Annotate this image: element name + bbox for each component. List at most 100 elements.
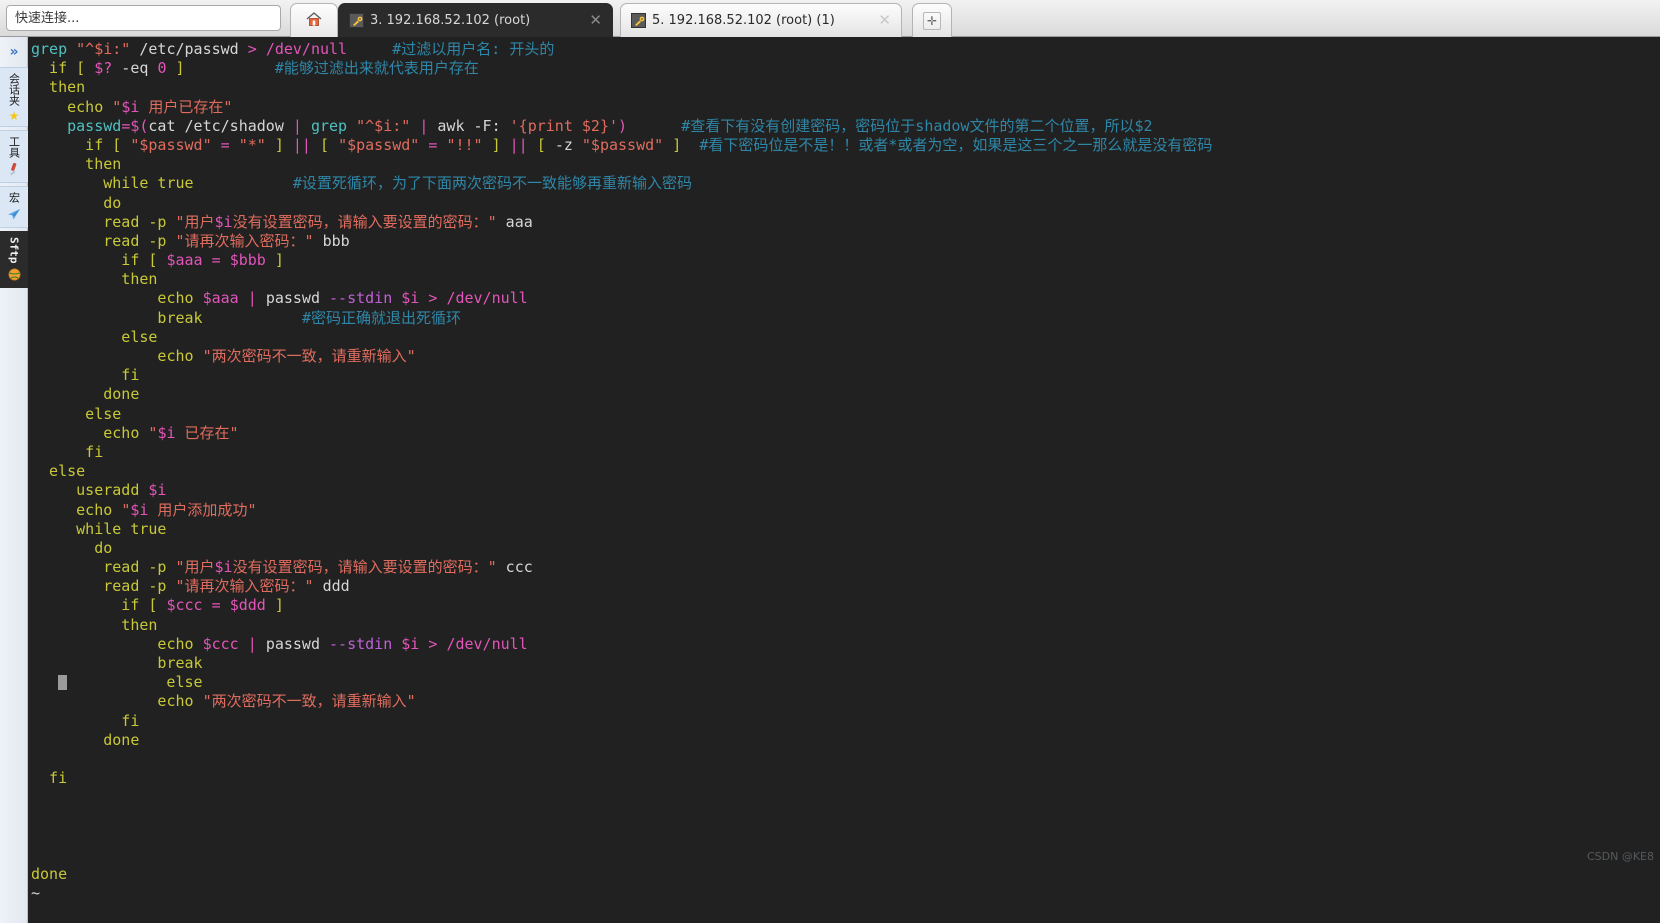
terminal-token: $i: [121, 97, 140, 116]
terminal-key-icon: [631, 13, 646, 28]
terminal-token: then: [31, 615, 158, 634]
terminal-token: $bbb: [229, 251, 266, 270]
sidebar-item-label: Sftp: [7, 237, 21, 264]
tab-session-3[interactable]: 3. 192.168.52.102 (root) ✕: [338, 3, 613, 37]
sidebar-item-label: 宏: [7, 192, 21, 203]
terminal-token: then: [31, 270, 158, 289]
terminal-token: ~: [31, 884, 41, 903]
terminal-line: while true: [31, 520, 1660, 539]
terminal-token: "!!": [446, 135, 483, 154]
terminal-token: "请再次输入密码：": [175, 577, 314, 596]
terminal-token: do: [31, 538, 113, 557]
terminal-token: |: [419, 116, 438, 135]
terminal-token: "$passwd": [130, 135, 212, 154]
terminal-output[interactable]: grep "^$i:" /etc/passwd > /dev/null #过滤以…: [28, 37, 1660, 923]
sidebar-item-macros[interactable]: 宏: [0, 186, 28, 228]
terminal-token: do: [31, 193, 122, 212]
terminal-line: grep "^$i:" /etc/passwd > /dev/null #过滤以…: [31, 40, 1660, 59]
terminal-token: ": [112, 97, 122, 116]
terminal-token: echo: [31, 289, 203, 308]
terminal-token: echo: [31, 97, 113, 116]
terminal-token: #设置死循环，为了下面两次密码不一致能够再重新输入密码: [292, 174, 692, 193]
home-icon: [305, 10, 323, 32]
terminal-token: else: [76, 673, 203, 692]
terminal-token: $i: [130, 500, 149, 519]
terminal-token: fi: [31, 442, 104, 461]
close-icon[interactable]: ✕: [878, 13, 891, 28]
quick-connect-input[interactable]: 快速连接...: [6, 5, 281, 31]
terminal-line: echo "$i 用户已存在": [31, 98, 1660, 117]
terminal-token: #过滤以用户名: 开头的: [392, 40, 555, 58]
terminal-token: then: [31, 78, 86, 97]
terminal-token: bbb: [313, 231, 350, 250]
terminal-token: passwd: [265, 634, 330, 653]
sidebar-item-sftp[interactable]: Sftp: [0, 231, 28, 288]
terminal-token: "用户: [175, 558, 215, 577]
terminal-token: grep: [310, 116, 357, 135]
terminal-token: >: [428, 634, 447, 653]
watermark-text: CSDN @KE8: [1586, 850, 1654, 863]
terminal-token: ddd: [313, 577, 350, 596]
terminal-line: read -p "用户$i没有设置密码，请输入要设置的密码：" ccc: [31, 558, 1660, 577]
expand-sidebar-button[interactable]: »: [0, 37, 28, 67]
terminal-token: read: [31, 231, 149, 250]
new-tab-button[interactable]: ✛: [912, 3, 952, 37]
paper-plane-icon: [7, 207, 21, 223]
terminal-line: read -p "请再次输入密码：" bbb: [31, 232, 1660, 251]
terminal-line: echo $ccc | passwd --stdin $i > /dev/nul…: [31, 635, 1660, 654]
terminal-token: 用户已存在": [139, 97, 233, 116]
terminal-token: /dev/null: [446, 289, 528, 308]
terminal-line: fi: [31, 366, 1660, 385]
terminal-line: fi: [31, 712, 1660, 731]
terminal-token: $ddd: [229, 596, 266, 615]
terminal-token: while true: [31, 519, 167, 538]
terminal-token: $aaa: [202, 289, 239, 308]
terminal-token: if: [31, 596, 149, 615]
terminal-token: -p: [148, 231, 176, 250]
sidebar-item-tools[interactable]: 工具: [0, 130, 28, 183]
terminal-token: echo: [31, 692, 203, 711]
terminal-token: "请再次输入密码：": [175, 231, 314, 250]
globe-icon: [8, 268, 21, 283]
terminal-token: cat /etc/shadow: [148, 116, 293, 135]
terminal-token: read: [31, 558, 149, 577]
terminal-line: ~: [31, 884, 1660, 903]
tab-label: 5. 192.168.52.102 (root) (1): [652, 13, 835, 28]
terminal-token: "^$i:": [356, 116, 411, 135]
terminal-token: >: [428, 289, 447, 308]
terminal-token: |: [247, 289, 266, 308]
terminal-token: "两次密码不一致，请重新输入": [202, 692, 416, 711]
terminal-token: done: [31, 865, 68, 884]
terminal-line: else: [31, 328, 1660, 347]
terminal-line: break #密码正确就退出死循环: [31, 309, 1660, 328]
terminal-line: then: [31, 155, 1660, 174]
terminal-token: awk -F:: [437, 116, 510, 135]
terminal-token: break: [31, 308, 203, 327]
terminal-line: echo "$i 已存在": [31, 424, 1660, 443]
terminal-token: "用户: [175, 212, 215, 231]
home-tab[interactable]: [290, 3, 338, 37]
terminal-line: fi: [31, 769, 1660, 788]
terminal-token: $i: [401, 634, 420, 653]
sidebar-item-sessions[interactable]: 会话夹 ★: [0, 67, 28, 127]
terminal-line: done: [31, 731, 1660, 750]
terminal-line: if [ "$passwd" = "*" ] || [ "$passwd" = …: [31, 136, 1660, 155]
terminal-token: #密码正确就退出死循环: [301, 308, 461, 327]
terminal-token: $i: [401, 289, 420, 308]
terminal-token: 没有设置密码，请输入要设置的密码：": [232, 212, 497, 231]
terminal-line: break: [31, 654, 1660, 673]
tab-session-5[interactable]: 5. 192.168.52.102 (root) (1) ✕: [620, 3, 902, 37]
terminal-token: -p: [148, 577, 176, 596]
terminal-line: echo "两次密码不一致，请重新输入": [31, 347, 1660, 366]
terminal-line: then: [31, 78, 1660, 97]
close-icon[interactable]: ✕: [589, 13, 602, 28]
terminal-token: done: [31, 385, 140, 404]
terminal-token: 已存在": [175, 423, 239, 442]
